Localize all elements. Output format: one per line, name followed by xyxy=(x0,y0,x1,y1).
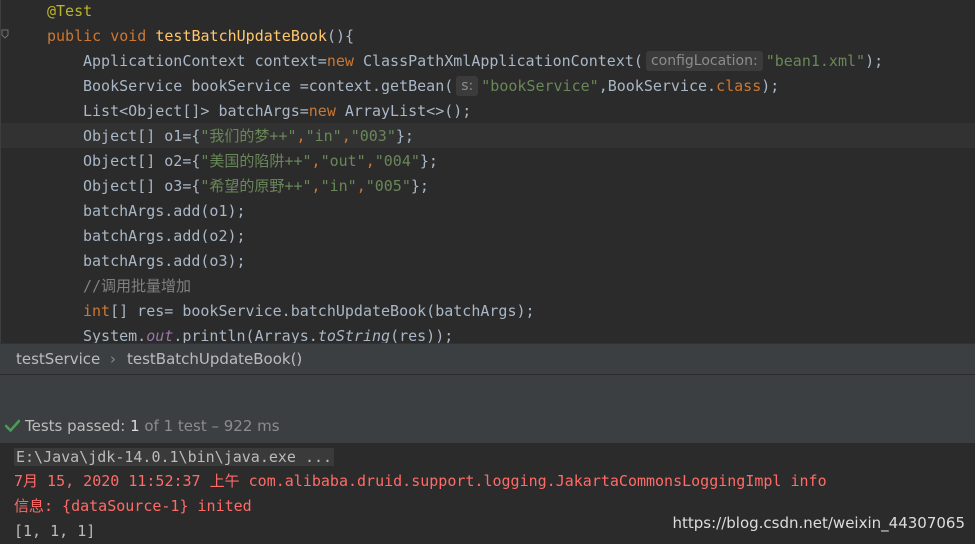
test-status-text: Tests passed: 1 of 1 test – 922 ms xyxy=(25,417,280,435)
code-line-13: int[] res= bookService.batchUpdateBook(b… xyxy=(83,302,535,320)
code-line-14: System.out.println(Arrays.toString(res))… xyxy=(83,327,454,343)
param-hint: configLocation: xyxy=(645,51,763,71)
code-line-5: List<Object[]> batchArgs=new ArrayList<>… xyxy=(83,102,472,120)
test-status-bar: Tests passed: 1 of 1 test – 922 ms xyxy=(0,409,975,443)
code-line-7: Object[] o2={"美国的陷阱++","out","004"}; xyxy=(83,152,438,170)
console-log-line: 信息: {dataSource-1} inited xyxy=(14,497,252,515)
code-line-10: batchArgs.add(o2); xyxy=(83,227,246,245)
gutter xyxy=(0,0,1,343)
code-line-2: public void testBatchUpdateBook(){ xyxy=(47,27,355,45)
fold-marker-icon[interactable] xyxy=(1,29,9,39)
code-line-11: batchArgs.add(o3); xyxy=(83,252,246,270)
code-line-4: BookService bookService =context.getBean… xyxy=(83,76,780,96)
breadcrumb: testService › testBatchUpdateBook() xyxy=(0,343,975,375)
code-line-1: @Test xyxy=(47,2,93,20)
console-log-line: 7月 15, 2020 11:52:37 上午 com.alibaba.drui… xyxy=(14,472,827,490)
code-line-8: Object[] o3={"希望的原野++","in","005"}; xyxy=(83,177,429,195)
code-editor[interactable]: @Test public void testBatchUpdateBook(){… xyxy=(0,0,975,343)
console-result-line: [1, 1, 1] xyxy=(14,522,96,540)
code-line-9: batchArgs.add(o1); xyxy=(83,202,246,220)
check-icon xyxy=(5,419,20,432)
code-line-12: //调用批量增加 xyxy=(83,277,192,295)
watermark: https://blog.csdn.net/weixin_44307065 xyxy=(672,514,965,532)
breadcrumb-separator: › xyxy=(110,350,116,368)
breadcrumb-item-class[interactable]: testService xyxy=(16,344,100,375)
param-hint: s: xyxy=(456,76,479,96)
code-line-6: Object[] o1={"我们的梦++","in","003"}; xyxy=(83,127,414,145)
code-line-3: ApplicationContext context=new ClassPath… xyxy=(83,51,884,71)
run-toolbar xyxy=(0,374,975,410)
console-command-line: E:\Java\jdk-14.0.1\bin\java.exe ... xyxy=(14,448,335,466)
breadcrumb-item-method[interactable]: testBatchUpdateBook() xyxy=(127,344,302,375)
